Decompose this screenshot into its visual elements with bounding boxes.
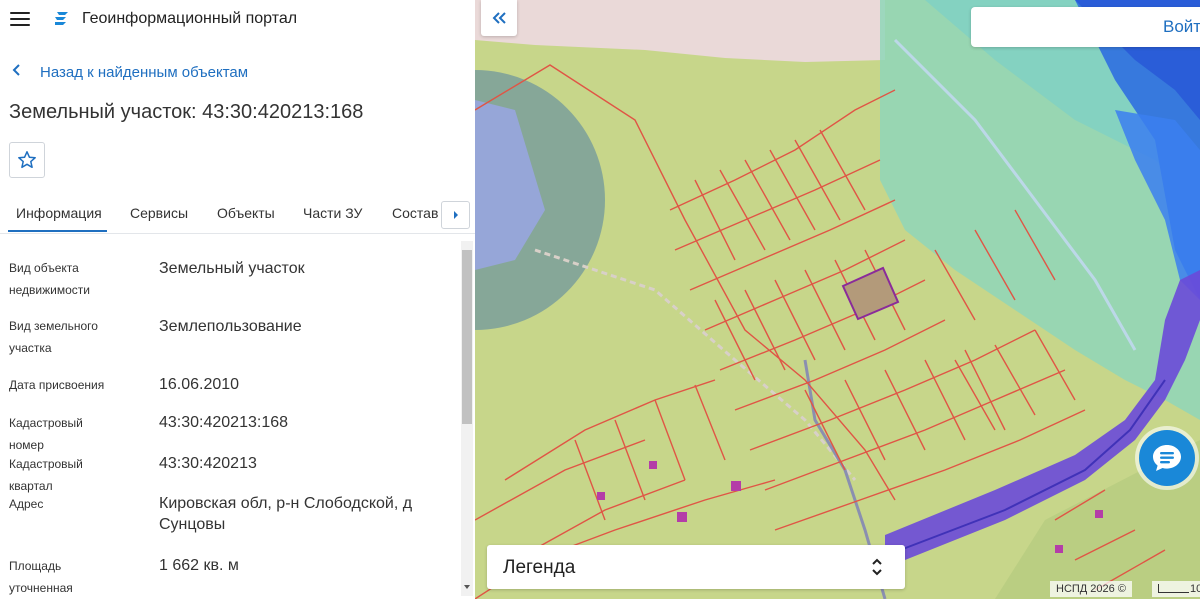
favorite-button[interactable] xyxy=(9,142,45,178)
top-bar: Геоинформационный портал xyxy=(0,0,475,38)
collapse-panel-button[interactable] xyxy=(481,0,517,36)
logo-icon xyxy=(55,12,68,25)
back-link[interactable]: Назад к найденным объектам xyxy=(12,63,248,81)
menu-icon[interactable] xyxy=(10,12,30,26)
tab-info[interactable]: Информация xyxy=(16,205,102,221)
property-label: Дата присвоения xyxy=(9,378,105,392)
chevron-left-icon xyxy=(12,63,30,81)
tab-parts[interactable]: Части ЗУ xyxy=(303,205,362,221)
double-chevron-left-icon xyxy=(492,12,506,24)
copyright-text: НСПД 2026 © xyxy=(1050,581,1132,597)
property-label: Вид объекта недвижимости xyxy=(9,261,90,297)
login-label[interactable]: Войт xyxy=(1163,17,1200,37)
back-link-label: Назад к найденным объектам xyxy=(40,63,249,81)
tab-composition[interactable]: Состав xyxy=(392,205,438,221)
legend-label: Легенда xyxy=(503,557,576,578)
property-label: Площадь уточненная xyxy=(9,559,73,595)
property-value: 43:30:420213 xyxy=(159,455,257,472)
app-title: Геоинформационный портал xyxy=(82,10,298,27)
property-value: 43:30:420213:168 xyxy=(159,414,289,431)
info-panel: Геоинформационный портал Назад к найденн… xyxy=(0,0,475,599)
property-value: Землепользование xyxy=(159,318,302,335)
property-label: Кадастровый номер xyxy=(9,416,83,452)
property-label: Адрес xyxy=(9,497,44,511)
active-tab-indicator xyxy=(8,230,107,232)
property-value: Земельный участок xyxy=(159,260,305,277)
tabs-next-button[interactable] xyxy=(441,201,470,229)
page-title: Земельный участок: 43:30:420213:168 xyxy=(9,101,364,123)
chat-button[interactable] xyxy=(1139,430,1195,486)
tab-objects[interactable]: Объекты xyxy=(217,205,275,221)
scale-label: 10 xyxy=(1190,583,1200,595)
map-layers xyxy=(475,0,1200,599)
property-value: Кировская обл, р-н Слободской, д Сунцовы xyxy=(159,495,413,533)
caret-right-icon xyxy=(453,211,458,219)
map-canvas[interactable] xyxy=(475,0,1200,599)
legend-panel[interactable]: Легенда xyxy=(487,545,905,589)
tab-bar: Информация Сервисы Объекты Части ЗУ Сост… xyxy=(0,195,475,234)
chat-icon xyxy=(1153,445,1181,471)
scroll-down-icon[interactable] xyxy=(462,582,472,592)
property-label: Вид земельного участка xyxy=(9,319,98,355)
tab-services[interactable]: Сервисы xyxy=(130,205,188,221)
property-value: 16.06.2010 xyxy=(159,376,240,393)
property-label: Кадастровый квартал xyxy=(9,457,83,493)
scale-bar: 10 xyxy=(1152,581,1200,597)
star-icon xyxy=(18,151,36,169)
property-value: 1 662 кв. м xyxy=(159,557,239,574)
chevron-updown-icon xyxy=(872,558,882,576)
scrollbar-thumb[interactable] xyxy=(462,250,472,424)
